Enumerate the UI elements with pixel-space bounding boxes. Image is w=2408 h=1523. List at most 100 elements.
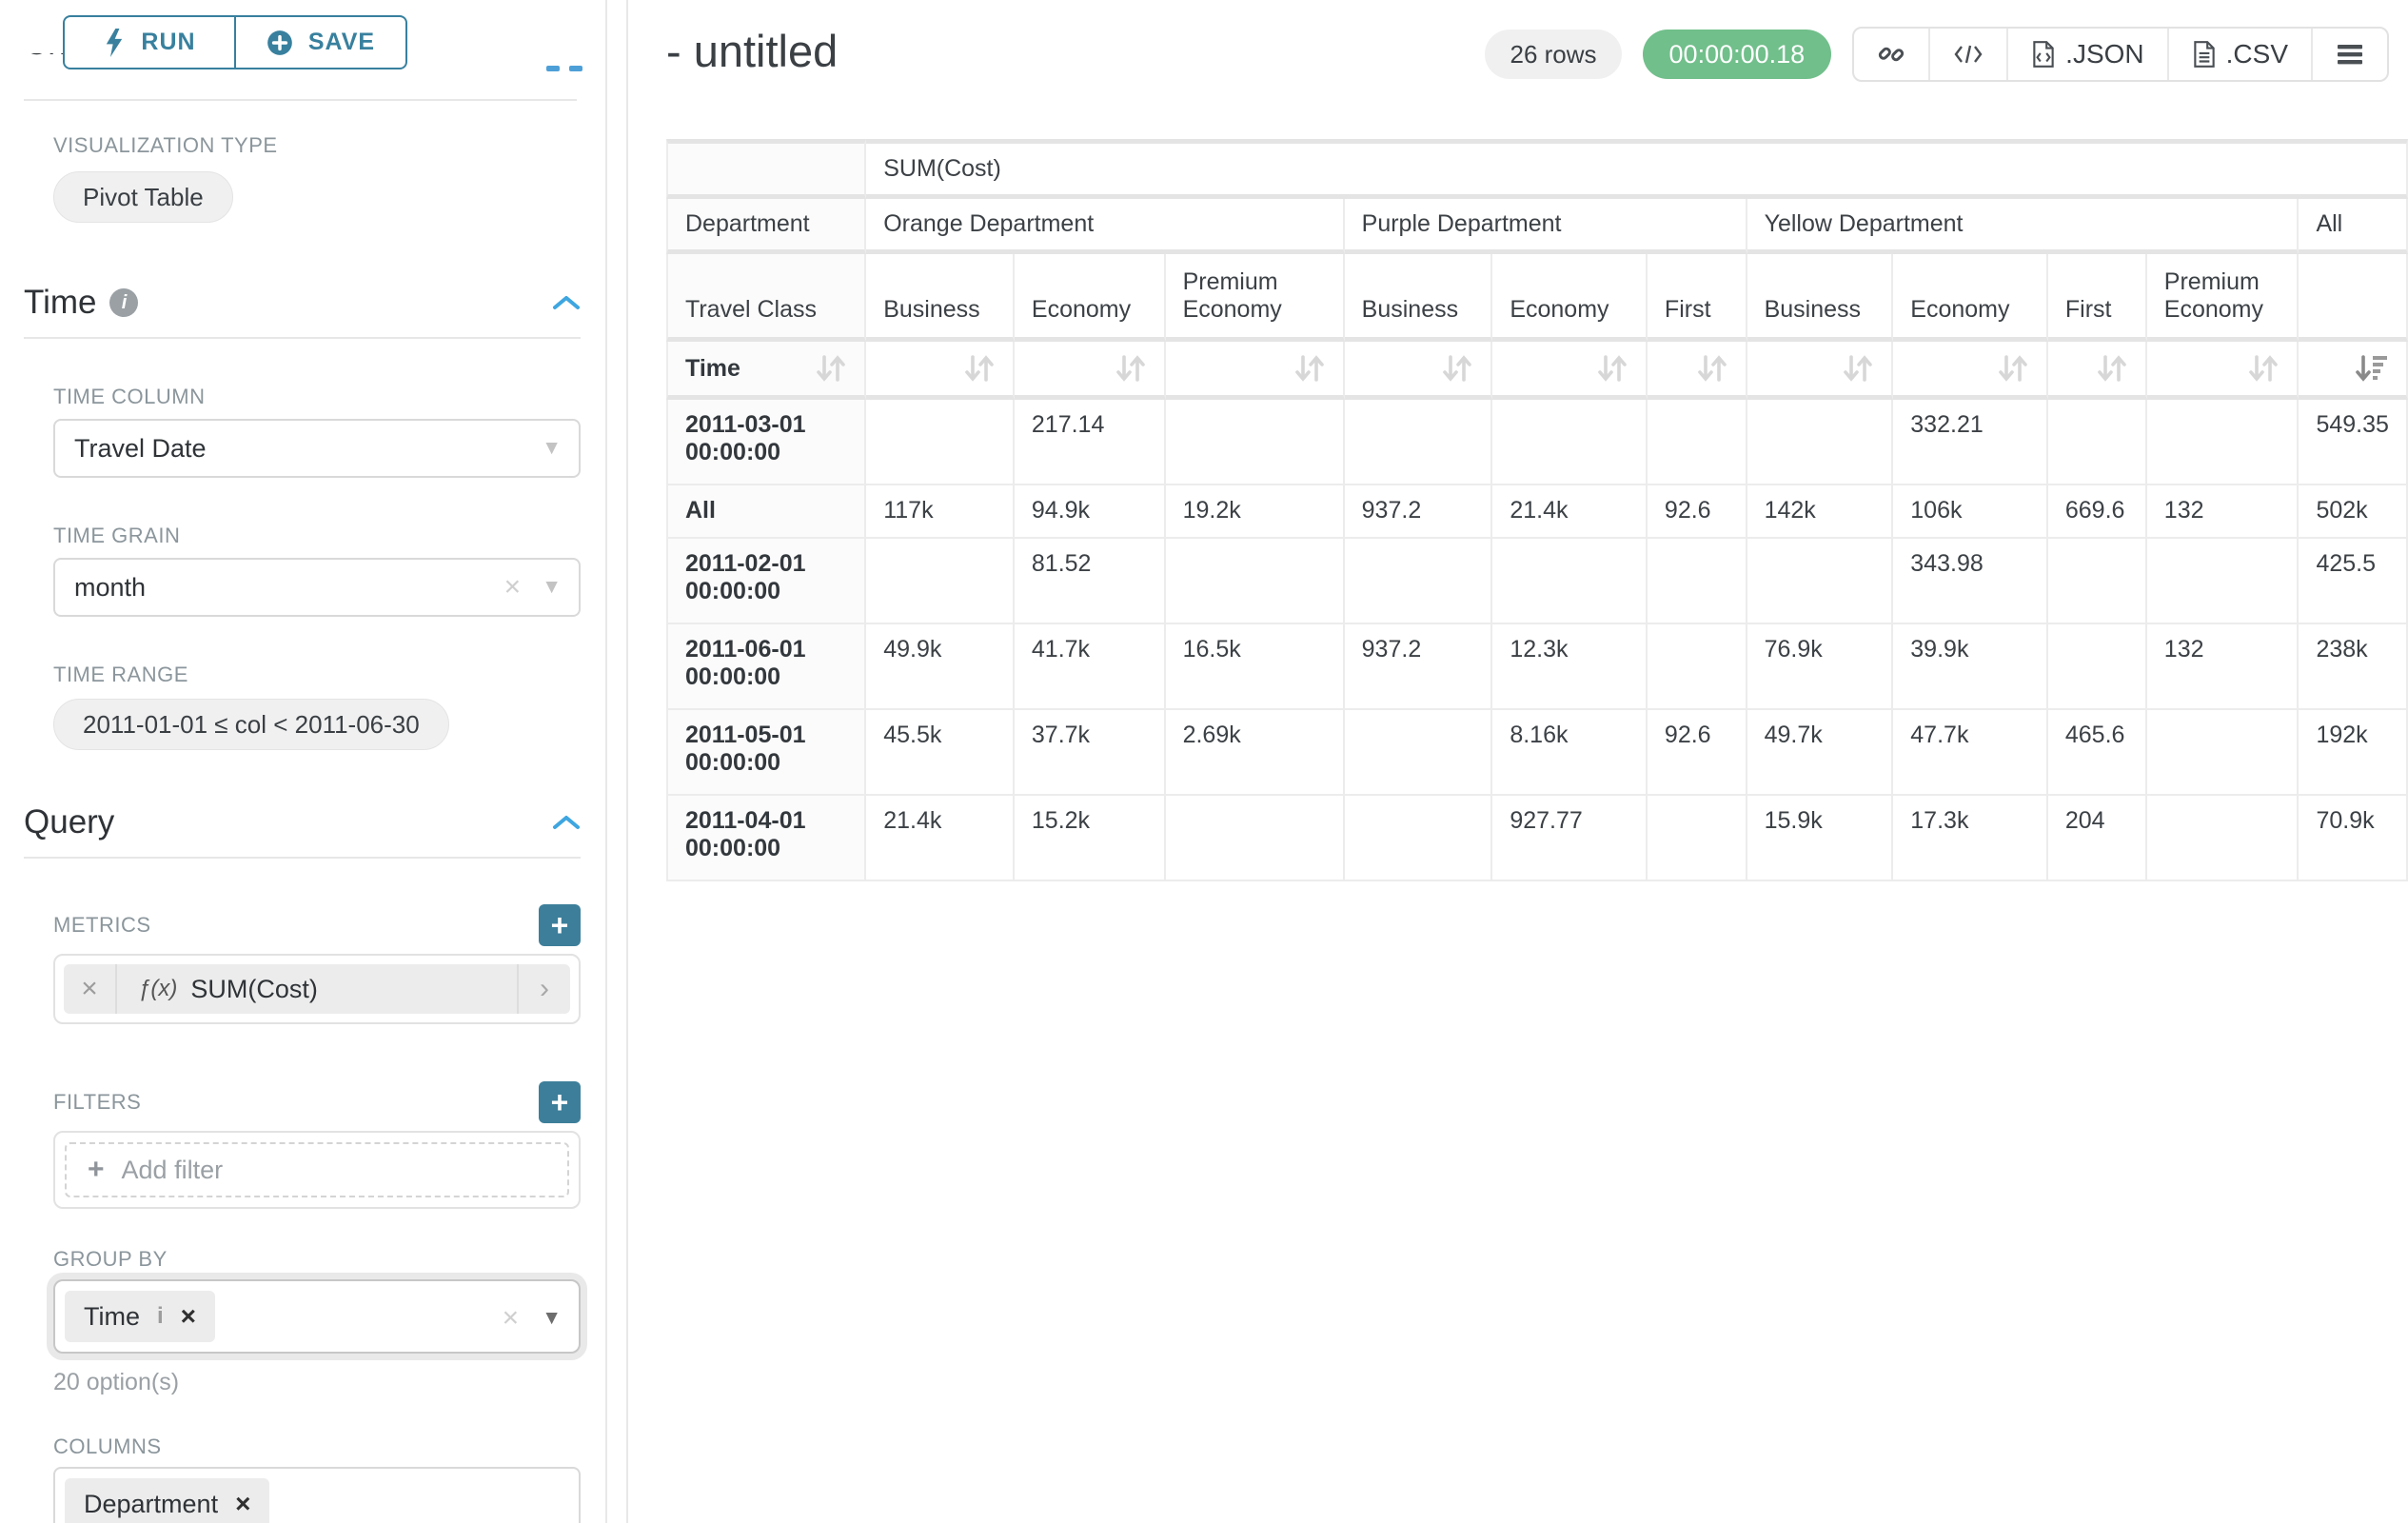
share-link-button[interactable] xyxy=(1854,29,1930,80)
view-query-button[interactable] xyxy=(1930,29,2008,80)
sort-icon[interactable] xyxy=(1293,353,1326,384)
time-column-select[interactable]: Travel Date ▼ xyxy=(53,419,581,478)
chevron-right-icon[interactable]: › xyxy=(517,964,570,1014)
remove-chip-icon[interactable]: × xyxy=(181,1301,196,1332)
chevron-down-icon[interactable]: ▼ xyxy=(542,576,562,599)
csv-file-icon xyxy=(2192,40,2217,69)
travel-class-header: Economy xyxy=(1492,254,1648,342)
plus-icon: + xyxy=(88,1154,105,1186)
column-sort-header xyxy=(2147,342,2299,400)
value-cell: 217.14 xyxy=(1015,400,1166,485)
value-cell: 2.69k xyxy=(1166,710,1345,796)
add-filter-button[interactable]: + Add filter xyxy=(65,1142,569,1197)
corner-cell xyxy=(666,139,866,199)
department-axis-label: Department xyxy=(666,199,866,254)
value-cell: 41.7k xyxy=(1015,624,1166,710)
sort-descending-icon[interactable] xyxy=(2355,353,2389,384)
clear-icon[interactable]: × xyxy=(503,1304,520,1333)
travel-class-axis-label: Travel Class xyxy=(666,254,866,342)
sort-cell xyxy=(2164,353,2280,384)
sort-icon[interactable] xyxy=(815,353,847,384)
value-cell: 16.5k xyxy=(1166,624,1345,710)
value-cell: 502k xyxy=(2299,485,2408,539)
value-cell: 332.21 xyxy=(1893,400,2048,485)
value-cell xyxy=(1648,624,1747,710)
remove-chip-icon[interactable]: × xyxy=(235,1489,250,1519)
value-cell: 92.6 xyxy=(1648,710,1747,796)
metrics-container: × ƒ(x) SUM(Cost) › xyxy=(53,954,581,1024)
value-cell: 94.9k xyxy=(1015,485,1166,539)
column-sort-header xyxy=(1648,342,1747,400)
collapse-chevron-icon[interactable] xyxy=(552,294,581,311)
value-cell: 465.6 xyxy=(2048,710,2147,796)
sort-icon[interactable] xyxy=(963,353,996,384)
chart-title[interactable]: - untitled xyxy=(666,25,838,77)
value-cell: 17.3k xyxy=(1893,796,2048,881)
travel-class-header: Business xyxy=(1345,254,1493,342)
sort-icon[interactable] xyxy=(2247,353,2280,384)
value-cell: 92.6 xyxy=(1648,485,1747,539)
save-button[interactable]: SAVE xyxy=(234,15,407,69)
chevron-down-icon[interactable]: ▼ xyxy=(542,437,562,460)
info-icon[interactable]: i xyxy=(157,1303,164,1330)
control-panel: Chart Type RUN SAVE VISUALIZATION TYPE xyxy=(0,0,605,1523)
department-group-header: Orange Department xyxy=(866,199,1344,254)
value-cell: 937.2 xyxy=(1345,485,1493,539)
sort-cell xyxy=(1032,353,1147,384)
sort-icon[interactable] xyxy=(1696,353,1728,384)
value-cell xyxy=(1747,400,1894,485)
value-cell: 49.7k xyxy=(1747,710,1894,796)
chevron-down-icon[interactable]: ▼ xyxy=(542,1307,562,1330)
add-filter-plus-button[interactable]: + xyxy=(539,1081,581,1123)
group-by-select[interactable]: Timei× × ▼ xyxy=(53,1279,581,1354)
table-row: 2011-02-01 00:00:0081.52343.98425.5 xyxy=(666,539,2408,624)
time-grain-select[interactable]: month × ▼ xyxy=(53,558,581,617)
filters-container: + Add filter xyxy=(53,1131,581,1209)
export-json-button[interactable]: .JSON xyxy=(2008,29,2168,80)
value-cell xyxy=(1492,539,1648,624)
sort-icon[interactable] xyxy=(1115,353,1147,384)
dimension-chip[interactable]: Department × xyxy=(65,1478,269,1523)
group-by-label: GROUP BY xyxy=(53,1247,581,1272)
dimension-chip[interactable]: Timei× xyxy=(65,1291,215,1342)
panel-divider[interactable] xyxy=(605,0,628,1523)
time-grain-label: TIME GRAIN xyxy=(53,524,581,548)
run-button[interactable]: RUN xyxy=(63,15,236,69)
remove-metric-icon[interactable]: × xyxy=(64,964,117,1014)
value-cell: 425.5 xyxy=(2299,539,2408,624)
row-label: 2011-04-01 00:00:00 xyxy=(666,796,866,881)
column-sort-header xyxy=(2048,342,2147,400)
sort-icon[interactable] xyxy=(1441,353,1473,384)
export-json-label: .JSON xyxy=(2065,39,2143,69)
plus-circle-icon xyxy=(266,30,293,56)
department-group-header: All xyxy=(2299,199,2408,254)
clear-icon[interactable]: × xyxy=(504,573,522,602)
lightning-icon xyxy=(103,29,126,57)
value-cell xyxy=(2147,539,2299,624)
columns-select[interactable]: Department×Travel Class× × ▼ xyxy=(53,1467,581,1523)
column-sort-header xyxy=(2299,342,2408,400)
visualization-type-pill[interactable]: Pivot Table xyxy=(53,171,233,223)
value-cell: 39.9k xyxy=(1893,624,2048,710)
value-cell xyxy=(1345,400,1493,485)
dimension-chip-label: Department xyxy=(84,1490,218,1519)
add-metric-button[interactable]: + xyxy=(539,904,581,946)
collapse-chevron-icon[interactable] xyxy=(552,814,581,831)
info-icon[interactable]: i xyxy=(109,288,138,317)
code-icon xyxy=(1953,42,1984,67)
value-cell: 21.4k xyxy=(1492,485,1648,539)
row-label: 2011-05-01 00:00:00 xyxy=(666,710,866,796)
sort-icon[interactable] xyxy=(1997,353,2029,384)
metric-chip[interactable]: × ƒ(x) SUM(Cost) › xyxy=(64,964,570,1014)
sort-icon[interactable] xyxy=(1596,353,1628,384)
more-options-button[interactable] xyxy=(2313,29,2387,80)
value-cell xyxy=(1648,400,1747,485)
sort-icon[interactable] xyxy=(2096,353,2128,384)
time-range-label: TIME RANGE xyxy=(53,663,581,687)
value-cell xyxy=(1166,539,1345,624)
value-cell: 76.9k xyxy=(1747,624,1894,710)
time-range-pill[interactable]: 2011-01-01 ≤ col < 2011-06-30 xyxy=(53,699,449,750)
travel-class-header: Business xyxy=(1747,254,1894,342)
export-csv-button[interactable]: .CSV xyxy=(2169,29,2313,80)
sort-icon[interactable] xyxy=(1842,353,1874,384)
